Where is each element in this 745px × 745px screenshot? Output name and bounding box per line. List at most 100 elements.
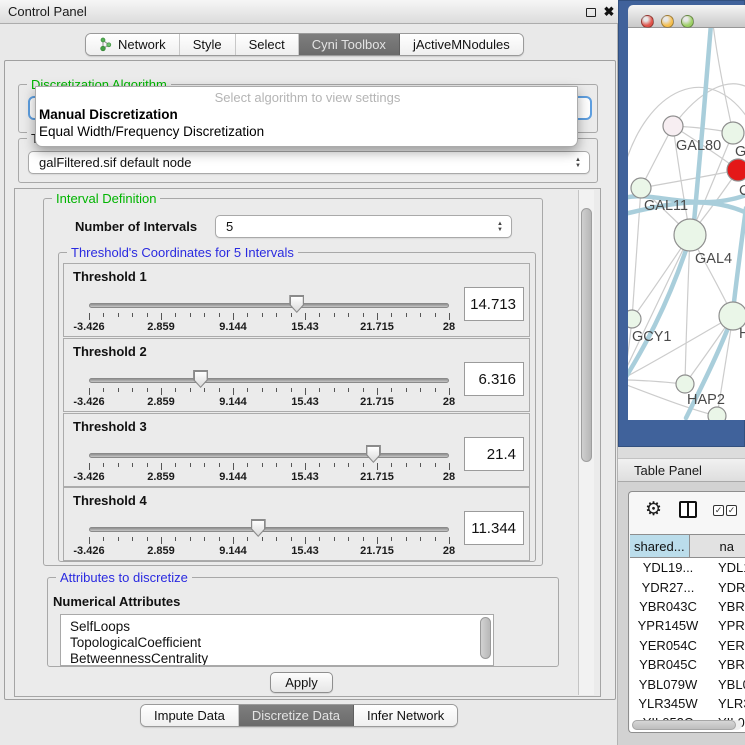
tick-mark (305, 463, 306, 470)
number-of-intervals-spinner[interactable]: 5 ▲▼ (215, 215, 512, 238)
split-column-icon[interactable] (679, 501, 697, 518)
close-traffic-light[interactable] (641, 15, 654, 28)
threshold-value-input[interactable] (464, 362, 524, 396)
table-row[interactable]: YBR045CYBR0 (630, 655, 745, 674)
tab-label: Style (193, 37, 222, 52)
close-icon[interactable]: ✖ (601, 3, 617, 21)
threshold-value-input[interactable] (464, 511, 524, 545)
table-panel-title: Table Panel (634, 459, 702, 483)
network-node[interactable] (708, 407, 726, 420)
tab-select[interactable]: Select (236, 34, 299, 55)
minimize-traffic-light[interactable] (661, 15, 674, 28)
network-edge[interactable] (713, 28, 733, 133)
network-node[interactable] (722, 122, 744, 144)
tab-style[interactable]: Style (180, 34, 236, 55)
tick-mark (391, 388, 392, 392)
table-row[interactable]: YLR345WYLR3 (630, 694, 745, 713)
checkbox-icon[interactable]: ✓ (713, 505, 724, 516)
network-node[interactable] (727, 159, 745, 181)
attributes-scrollbar-thumb[interactable] (480, 617, 491, 659)
slider-ticks (89, 463, 449, 471)
tick-mark (175, 463, 176, 467)
table-row[interactable]: YDL19...YDL1 (630, 558, 745, 577)
zoom-traffic-light[interactable] (681, 15, 694, 28)
column-header-name[interactable]: na (690, 534, 745, 558)
table-row[interactable]: YBR043CYBR0 (630, 597, 745, 616)
number-of-intervals-value: 5 (226, 219, 233, 234)
network-edge[interactable] (628, 235, 690, 373)
gear-icon[interactable]: ⚙ (645, 498, 662, 522)
tick-mark (406, 463, 407, 467)
network-node[interactable] (674, 219, 706, 251)
tick-mark (334, 537, 335, 541)
tab-discretize-data[interactable]: Discretize Data (239, 705, 354, 726)
control-panel-window: Control Panel ✖ NetworkStyleSelectCyni T… (0, 0, 618, 745)
table-row[interactable]: YDR27...YDR2 (630, 577, 745, 596)
popup-item-equal-width-frequency[interactable]: Equal Width/Frequency Discretization (39, 124, 264, 139)
attributes-list-scrollbar[interactable] (480, 617, 491, 663)
slider-thumb-face (195, 372, 207, 387)
vertical-scrollbar-thumb[interactable] (581, 208, 592, 462)
tick-mark (276, 313, 277, 317)
thresholds-group-title: Threshold's Coordinates for 5 Intervals (67, 245, 298, 260)
tick-mark (233, 463, 234, 470)
network-edge-highlighted[interactable] (734, 208, 745, 302)
numerical-attributes-list[interactable]: SelfLoopsTopologicalCoefficientBetweenne… (60, 614, 494, 666)
threshold-label: Threshold 4 (73, 493, 147, 508)
network-node[interactable] (676, 375, 694, 393)
network-node[interactable] (631, 178, 651, 198)
table-horizontal-scrollbar[interactable] (632, 720, 742, 730)
tick-mark (233, 537, 234, 544)
slider-thumb[interactable] (193, 370, 208, 388)
tick-mark (406, 537, 407, 541)
checkbox-icon[interactable]: ✓ (726, 505, 737, 516)
slider-track[interactable] (89, 303, 449, 308)
table-data-combobox[interactable]: galFiltered.sif default node ▲▼ (28, 151, 590, 174)
settings-vertical-scrollbar[interactable] (578, 190, 594, 695)
tick-mark (334, 463, 335, 467)
network-canvas[interactable]: GAL80GACGAL11GAL4GCY1HHAP2 (628, 28, 745, 420)
tick-label: 28 (443, 321, 455, 333)
popup-item-manual-discretization[interactable]: Manual Discretization (39, 107, 178, 122)
node-label: GA (735, 144, 745, 160)
tab-network[interactable]: Network (86, 34, 180, 55)
float-window-icon[interactable] (586, 8, 596, 17)
threshold-value-input[interactable] (464, 287, 524, 321)
table-row[interactable]: YPR145WYPR1 (630, 616, 745, 635)
horizontal-scrollbar-thumb[interactable] (632, 720, 736, 730)
tick-mark (190, 313, 191, 317)
attribute-list-item[interactable]: SelfLoops (70, 619, 130, 634)
attribute-list-item[interactable]: BetweennessCentrality (70, 651, 208, 666)
tick-mark (319, 463, 320, 467)
network-edge[interactable] (632, 188, 641, 319)
slider-track[interactable] (89, 527, 449, 532)
slider-thumb[interactable] (289, 295, 304, 313)
table-row[interactable]: YER054CYER0 (630, 636, 745, 655)
tab-jactivemnodules[interactable]: jActiveMNodules (400, 34, 523, 55)
network-node[interactable] (628, 310, 641, 328)
tab-infer-network[interactable]: Infer Network (354, 705, 457, 726)
table-row[interactable]: YBL079WYBL0 (630, 674, 745, 693)
apply-button[interactable]: Apply (270, 672, 333, 693)
network-node[interactable] (663, 116, 683, 136)
column-header-shared-name[interactable]: shared... (630, 534, 690, 558)
tab-label: Cyni Toolbox (312, 37, 386, 52)
network-edge[interactable] (641, 170, 738, 188)
tick-label: 15.43 (291, 321, 319, 333)
tick-mark (420, 537, 421, 541)
tab-impute-data[interactable]: Impute Data (141, 705, 239, 726)
tick-label: 28 (443, 396, 455, 408)
slider-thumb[interactable] (366, 445, 381, 463)
tab-cyni-toolbox[interactable]: Cyni Toolbox (299, 34, 400, 55)
slider-thumb[interactable] (251, 519, 266, 537)
tick-mark (89, 313, 90, 320)
node-label: GAL11 (644, 198, 688, 214)
table-cell-name: YER0 (706, 636, 745, 655)
network-window-titlebar[interactable] (628, 5, 745, 28)
attribute-list-item[interactable]: TopologicalCoefficient (70, 635, 201, 650)
tick-label: 2.859 (147, 321, 175, 333)
threshold-value-input[interactable] (464, 437, 524, 471)
slider-track[interactable] (89, 453, 449, 458)
right-region: GAL80GACGAL11GAL4GCY1HHAP2 Table Panel ⚙… (618, 0, 745, 745)
slider-track[interactable] (89, 378, 449, 383)
